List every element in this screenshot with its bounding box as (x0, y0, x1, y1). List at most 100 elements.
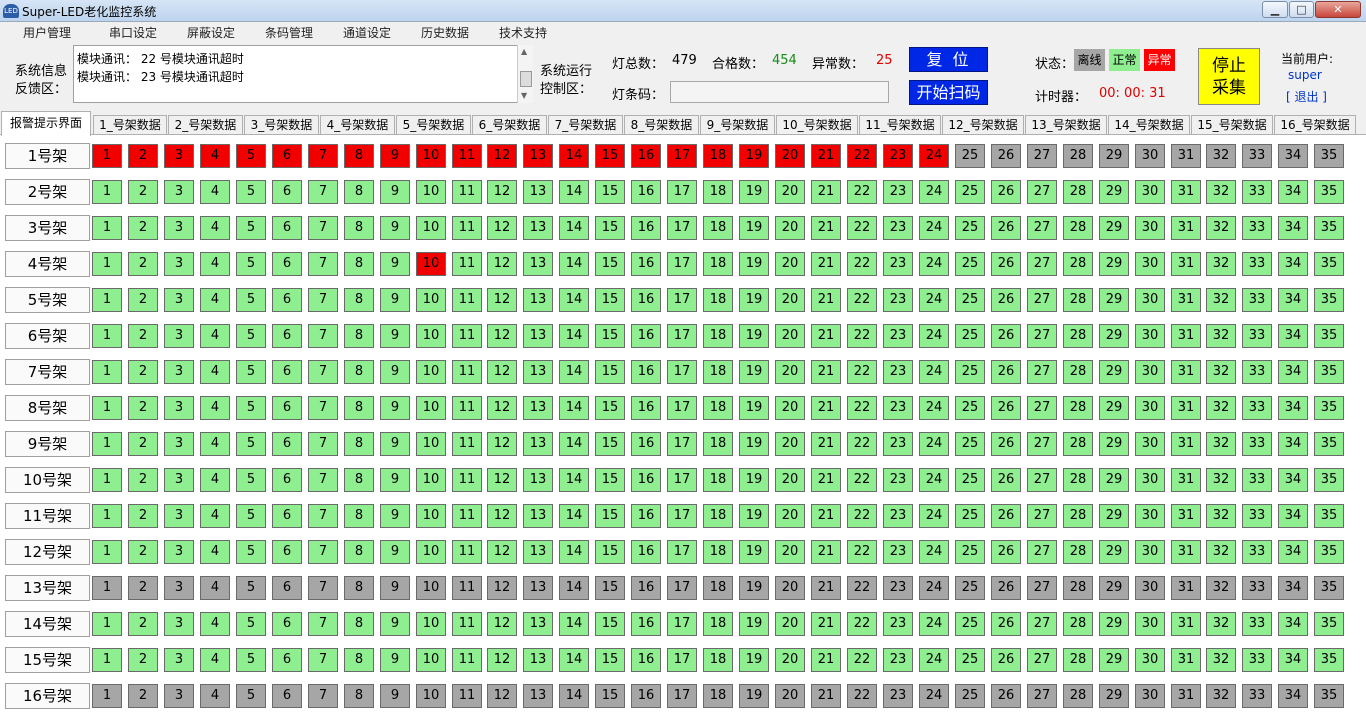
rack-label[interactable]: 1号架 (5, 143, 90, 169)
lamp-cell[interactable]: 16 (631, 144, 661, 168)
lamp-cell[interactable]: 32 (1206, 180, 1236, 204)
lamp-cell[interactable]: 9 (380, 576, 410, 600)
rack-label[interactable]: 8号架 (5, 395, 90, 421)
lamp-cell[interactable]: 21 (811, 576, 841, 600)
lamp-cell[interactable]: 1 (92, 684, 122, 708)
info-feedback-box[interactable]: 模块通讯： 22 号模块通讯超时 模块通讯： 23 号模块通讯超时 ▲ ▼ (73, 45, 533, 103)
lamp-cell[interactable]: 30 (1135, 540, 1165, 564)
lamp-cell[interactable]: 17 (667, 180, 697, 204)
lamp-cell[interactable]: 14 (559, 540, 589, 564)
lamp-cell[interactable]: 6 (272, 648, 302, 672)
lamp-cell[interactable]: 16 (631, 288, 661, 312)
lamp-cell[interactable]: 7 (308, 540, 338, 564)
lamp-cell[interactable]: 25 (955, 684, 985, 708)
lamp-cell[interactable]: 13 (523, 144, 553, 168)
lamp-cell[interactable]: 18 (703, 288, 733, 312)
menu-mask-settings[interactable]: 屏蔽设定 (187, 24, 235, 41)
lamp-cell[interactable]: 7 (308, 360, 338, 384)
lamp-cell[interactable]: 22 (847, 180, 877, 204)
lamp-cell[interactable]: 20 (775, 180, 805, 204)
lamp-cell[interactable]: 34 (1278, 684, 1308, 708)
lamp-cell[interactable]: 16 (631, 324, 661, 348)
lamp-cell[interactable]: 9 (380, 216, 410, 240)
lamp-cell[interactable]: 21 (811, 252, 841, 276)
lamp-cell[interactable]: 26 (991, 360, 1021, 384)
lamp-cell[interactable]: 20 (775, 252, 805, 276)
lamp-cell[interactable]: 17 (667, 288, 697, 312)
lamp-cell[interactable]: 17 (667, 324, 697, 348)
lamp-cell[interactable]: 19 (739, 540, 769, 564)
lamp-cell[interactable]: 21 (811, 468, 841, 492)
rack-label[interactable]: 9号架 (5, 431, 90, 457)
lamp-cell[interactable]: 5 (236, 432, 266, 456)
lamp-cell[interactable]: 27 (1027, 252, 1057, 276)
lamp-cell[interactable]: 24 (919, 144, 949, 168)
lamp-cell[interactable]: 7 (308, 612, 338, 636)
lamp-cell[interactable]: 23 (883, 648, 913, 672)
lamp-cell[interactable]: 16 (631, 360, 661, 384)
lamp-cell[interactable]: 7 (308, 684, 338, 708)
lamp-cell[interactable]: 35 (1314, 504, 1344, 528)
lamp-cell[interactable]: 29 (1099, 432, 1129, 456)
lamp-cell[interactable]: 13 (523, 252, 553, 276)
lamp-cell[interactable]: 23 (883, 432, 913, 456)
lamp-cell[interactable]: 20 (775, 144, 805, 168)
lamp-cell[interactable]: 19 (739, 648, 769, 672)
lamp-cell[interactable]: 8 (344, 252, 374, 276)
lamp-cell[interactable]: 14 (559, 504, 589, 528)
lamp-cell[interactable]: 22 (847, 540, 877, 564)
lamp-cell[interactable]: 18 (703, 216, 733, 240)
lamp-cell[interactable]: 34 (1278, 576, 1308, 600)
lamp-cell[interactable]: 17 (667, 144, 697, 168)
lamp-cell[interactable]: 21 (811, 216, 841, 240)
menu-user-management[interactable]: 用户管理 (23, 24, 71, 41)
lamp-cell[interactable]: 5 (236, 396, 266, 420)
lamp-cell[interactable]: 10 (416, 180, 446, 204)
lamp-cell[interactable]: 22 (847, 684, 877, 708)
lamp-cell[interactable]: 20 (775, 540, 805, 564)
lamp-cell[interactable]: 21 (811, 684, 841, 708)
lamp-cell[interactable]: 11 (452, 360, 482, 384)
lamp-cell[interactable]: 15 (595, 288, 625, 312)
lamp-cell[interactable]: 16 (631, 504, 661, 528)
lamp-cell[interactable]: 35 (1314, 324, 1344, 348)
lamp-cell[interactable]: 19 (739, 288, 769, 312)
lamp-cell[interactable]: 2 (128, 468, 158, 492)
lamp-cell[interactable]: 35 (1314, 144, 1344, 168)
lamp-cell[interactable]: 4 (200, 504, 230, 528)
lamp-cell[interactable]: 17 (667, 252, 697, 276)
lamp-cell[interactable]: 8 (344, 504, 374, 528)
tab-rack-12-data[interactable]: 12_号架数据 (942, 115, 1024, 135)
lamp-cell[interactable]: 31 (1171, 252, 1201, 276)
lamp-cell[interactable]: 18 (703, 612, 733, 636)
lamp-cell[interactable]: 1 (92, 432, 122, 456)
lamp-cell[interactable]: 7 (308, 648, 338, 672)
lamp-cell[interactable]: 28 (1063, 540, 1093, 564)
lamp-cell[interactable]: 9 (380, 324, 410, 348)
lamp-cell[interactable]: 22 (847, 324, 877, 348)
lamp-cell[interactable]: 4 (200, 288, 230, 312)
lamp-cell[interactable]: 33 (1242, 252, 1272, 276)
lamp-cell[interactable]: 33 (1242, 288, 1272, 312)
lamp-cell[interactable]: 10 (416, 576, 446, 600)
lamp-cell[interactable]: 24 (919, 684, 949, 708)
lamp-cell[interactable]: 20 (775, 684, 805, 708)
lamp-cell[interactable]: 13 (523, 180, 553, 204)
lamp-cell[interactable]: 32 (1206, 540, 1236, 564)
lamp-cell[interactable]: 10 (416, 684, 446, 708)
lamp-cell[interactable]: 3 (164, 324, 194, 348)
lamp-cell[interactable]: 25 (955, 432, 985, 456)
lamp-cell[interactable]: 11 (452, 576, 482, 600)
lamp-cell[interactable]: 19 (739, 432, 769, 456)
lamp-cell[interactable]: 24 (919, 252, 949, 276)
lamp-cell[interactable]: 19 (739, 612, 769, 636)
lamp-cell[interactable]: 16 (631, 540, 661, 564)
lamp-cell[interactable]: 17 (667, 540, 697, 564)
lamp-cell[interactable]: 28 (1063, 216, 1093, 240)
lamp-cell[interactable]: 35 (1314, 468, 1344, 492)
lamp-cell[interactable]: 14 (559, 216, 589, 240)
lamp-cell[interactable]: 25 (955, 288, 985, 312)
lamp-cell[interactable]: 28 (1063, 396, 1093, 420)
lamp-cell[interactable]: 30 (1135, 432, 1165, 456)
lamp-cell[interactable]: 21 (811, 540, 841, 564)
